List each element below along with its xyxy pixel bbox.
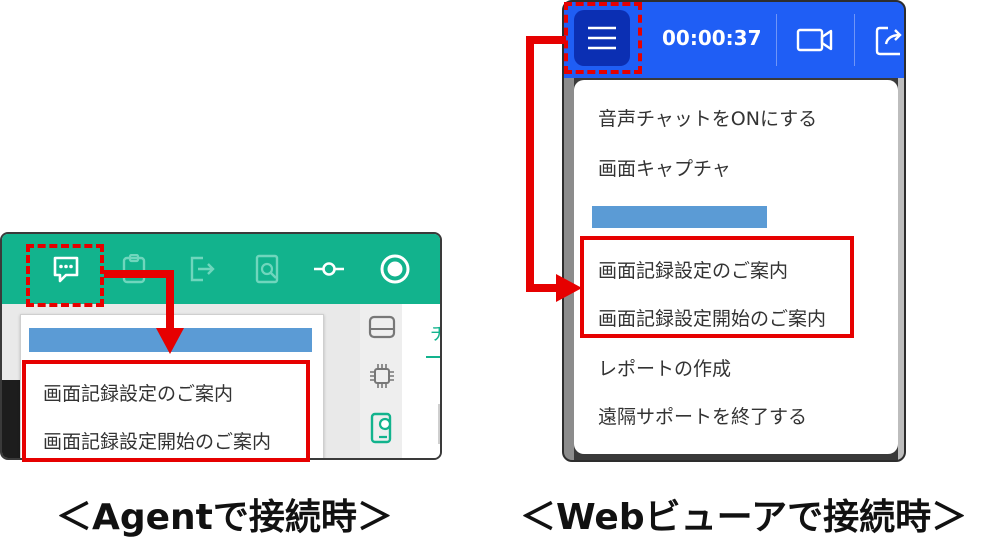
arrow-line-horizontal (104, 270, 174, 278)
highlight-web-menu-items (580, 236, 854, 338)
background-content (898, 78, 904, 460)
menu-item-screen-capture[interactable]: 画面キャプチャ (598, 154, 731, 181)
side-icon-column (360, 304, 403, 458)
side-underline (426, 356, 440, 358)
exit-icon[interactable] (184, 252, 218, 286)
arrow-head-right (556, 274, 582, 302)
highlight-menu-icon (564, 2, 642, 74)
side-label: チ (430, 320, 440, 346)
record-icon[interactable] (378, 252, 412, 286)
background-content (564, 78, 574, 460)
agent-caption: ＜Agentで接続時＞ (56, 497, 393, 538)
session-timer: 00:00:37 (662, 26, 762, 50)
toolbar-divider (776, 14, 777, 66)
arrow-head-down (156, 328, 184, 354)
background-content (2, 380, 20, 458)
menu-item-voice-chat[interactable]: 音声チャットをONにする (598, 104, 817, 131)
share-icon[interactable] (874, 24, 904, 60)
arrow-line-vertical (526, 36, 534, 292)
drive-icon[interactable] (368, 314, 396, 344)
arrow-line-bottom (526, 284, 558, 292)
side-scrollbar[interactable] (438, 404, 440, 444)
clipboard-icon[interactable] (117, 252, 151, 286)
search-doc-icon[interactable] (251, 252, 285, 286)
slider-icon[interactable] (312, 252, 346, 286)
side-panel: チ (402, 304, 440, 458)
menu-item-create-report[interactable]: レポートの作成 (598, 354, 731, 381)
video-camera-icon[interactable] (796, 26, 834, 58)
chip-icon[interactable] (368, 362, 396, 394)
highlight-chat-icon (26, 244, 104, 307)
arrow-line-vertical (166, 270, 174, 332)
menu-item-end-support[interactable]: 遠隔サポートを終了する (598, 402, 807, 429)
phone-user-icon[interactable] (368, 412, 396, 448)
highlight-agent-menu-items (22, 360, 310, 462)
redacted-menu-item[interactable] (592, 206, 767, 228)
toolbar-divider (854, 14, 855, 66)
web-caption: ＜Webビューアで接続時＞ (520, 497, 968, 538)
